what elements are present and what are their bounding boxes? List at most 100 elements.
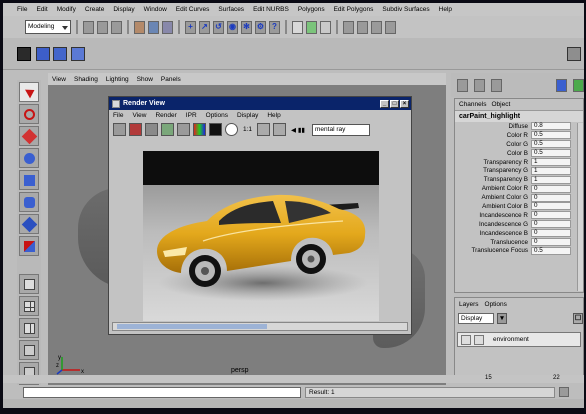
- zoom-ratio[interactable]: 1:1: [243, 126, 252, 133]
- menu-edit-polygons[interactable]: Edit Polygons: [334, 6, 374, 13]
- channel-value-field[interactable]: 0: [531, 184, 571, 193]
- manipulator-tool-icon[interactable]: [19, 192, 39, 212]
- image-nav-icon[interactable]: ◀ ▮▮: [291, 126, 305, 134]
- channel-value-field[interactable]: 0.5: [531, 131, 571, 140]
- attribute-icon[interactable]: [491, 78, 502, 92]
- menu-modify[interactable]: Modify: [57, 6, 76, 13]
- cylinder-icon[interactable]: [71, 47, 85, 61]
- menu-edit[interactable]: Edit: [36, 6, 47, 13]
- selected-object-name[interactable]: carPaint_highlight: [455, 111, 583, 122]
- menu-edit-curves[interactable]: Edit Curves: [176, 6, 210, 13]
- menu-polygons[interactable]: Polygons: [298, 6, 325, 13]
- channel-value-field[interactable]: 0.5: [531, 140, 571, 149]
- scale-tool-icon[interactable]: [19, 170, 39, 190]
- layer-row[interactable]: environment: [457, 332, 581, 347]
- last-tool-icon[interactable]: [19, 236, 39, 256]
- shelf-tab-icon[interactable]: [17, 47, 31, 61]
- channel-value-field[interactable]: 0: [531, 238, 571, 247]
- shelf-settings-icon[interactable]: [567, 47, 581, 61]
- maximize-button[interactable]: □: [390, 99, 399, 108]
- channel-row[interactable]: Translucence Focus 0.5: [455, 246, 583, 255]
- channel-row[interactable]: Color B 0.5: [455, 149, 583, 158]
- channel-row[interactable]: Color R 0.5: [455, 131, 583, 140]
- channel-row[interactable]: Transparency B1: [455, 175, 583, 184]
- script-editor-icon[interactable]: [559, 387, 569, 397]
- render-frame-icon[interactable]: [292, 20, 303, 34]
- menu-create[interactable]: Create: [85, 6, 105, 13]
- menu-display[interactable]: Display: [113, 6, 134, 13]
- cube-icon[interactable]: [36, 47, 50, 61]
- options-menu[interactable]: Options: [485, 301, 507, 308]
- render-view-menu-help[interactable]: Help: [267, 112, 280, 119]
- open-scene-icon[interactable]: [97, 20, 108, 34]
- select-component-icon[interactable]: [162, 20, 173, 34]
- channel-row[interactable]: Translucence 0: [455, 238, 583, 247]
- channel-value-field[interactable]: 0: [531, 193, 571, 202]
- channel-row[interactable]: Diffuse 0.8: [455, 122, 583, 131]
- render-view-menu-options[interactable]: Options: [206, 112, 228, 119]
- snap-grid-icon[interactable]: +: [185, 20, 196, 34]
- keep-image-icon[interactable]: [257, 123, 271, 136]
- new-scene-icon[interactable]: [83, 20, 94, 34]
- layout-single-icon[interactable]: [19, 274, 39, 294]
- channel-row[interactable]: Ambient Color R0: [455, 184, 583, 193]
- layout-four-icon[interactable]: [19, 296, 39, 316]
- viewport-menu-panels[interactable]: Panels: [161, 76, 181, 83]
- save-scene-icon[interactable]: [111, 20, 122, 34]
- snap-curve-icon[interactable]: ↗: [199, 20, 210, 34]
- layout-outliner-icon[interactable]: [19, 340, 39, 360]
- render-view-menu-render[interactable]: Render: [155, 112, 176, 119]
- layer-type-dropdown-icon[interactable]: ▾: [497, 312, 507, 324]
- select-tool-icon[interactable]: [19, 82, 39, 102]
- channel-row[interactable]: Incandescence B0: [455, 229, 583, 238]
- window-menu-icon[interactable]: [112, 99, 120, 108]
- layers-menu[interactable]: Layers: [459, 301, 479, 308]
- channel-value-field[interactable]: 1: [531, 175, 571, 184]
- attribute-editor-toggle-icon[interactable]: [343, 20, 354, 34]
- ipr-render-icon[interactable]: [306, 20, 317, 34]
- channel-row[interactable]: Transparency G1: [455, 166, 583, 175]
- viewport-menu-lighting[interactable]: Lighting: [106, 76, 129, 83]
- close-button[interactable]: ×: [400, 99, 409, 108]
- render-globals-icon[interactable]: [320, 20, 331, 34]
- viewport-menu-show[interactable]: Show: [137, 76, 153, 83]
- channel-row[interactable]: Color G 0.5: [455, 140, 583, 149]
- display-layer-icon[interactable]: [556, 78, 567, 92]
- sphere-icon[interactable]: [53, 47, 67, 61]
- menu-file[interactable]: File: [17, 6, 27, 13]
- rotate-tool-icon[interactable]: [19, 148, 39, 168]
- renderer-select[interactable]: mental ray: [312, 123, 371, 136]
- channel-value-field[interactable]: 0: [531, 211, 571, 220]
- layer-editor-icon[interactable]: [474, 78, 485, 92]
- render-region-icon[interactable]: [129, 123, 142, 136]
- channel-row[interactable]: Transparency R1: [455, 158, 583, 167]
- layer-visibility-toggle[interactable]: [461, 334, 471, 345]
- channel-value-field[interactable]: 0.8: [531, 122, 571, 131]
- snap-point-icon[interactable]: ↺: [213, 20, 224, 34]
- minimize-button[interactable]: _: [380, 99, 389, 108]
- time-slider[interactable]: 15 22: [3, 375, 584, 383]
- history-icon[interactable]: ⚙: [255, 20, 266, 34]
- mel-command-input[interactable]: [23, 386, 301, 398]
- select-object-icon[interactable]: [148, 20, 159, 34]
- menu-set-select[interactable]: Modeling: [25, 20, 71, 34]
- channel-value-field[interactable]: 0: [531, 229, 571, 238]
- channel-value-field[interactable]: 1: [531, 166, 571, 175]
- channel-value-field[interactable]: 0.5: [531, 246, 571, 255]
- menu-edit-nurbs[interactable]: Edit NURBS: [253, 6, 289, 13]
- snapshot-icon[interactable]: [145, 123, 158, 136]
- soft-mod-tool-icon[interactable]: [19, 214, 39, 234]
- redo-render-icon[interactable]: [113, 123, 126, 136]
- scrollbar-thumb[interactable]: [117, 324, 267, 329]
- tool-settings-toggle-icon[interactable]: [357, 20, 368, 34]
- luminance-icon[interactable]: [225, 123, 238, 136]
- render-view-scrollbar[interactable]: [112, 322, 408, 331]
- move-tool-icon[interactable]: [19, 126, 39, 146]
- channel-row[interactable]: Ambient Color G0: [455, 193, 583, 202]
- layer-editor-toggle-icon[interactable]: [385, 20, 396, 34]
- channel-row[interactable]: Incandescence R0: [455, 211, 583, 220]
- menu-help[interactable]: Help: [439, 6, 452, 13]
- layout-two-icon[interactable]: [19, 318, 39, 338]
- render-view-menu-view[interactable]: View: [132, 112, 146, 119]
- channel-value-field[interactable]: 0: [531, 202, 571, 211]
